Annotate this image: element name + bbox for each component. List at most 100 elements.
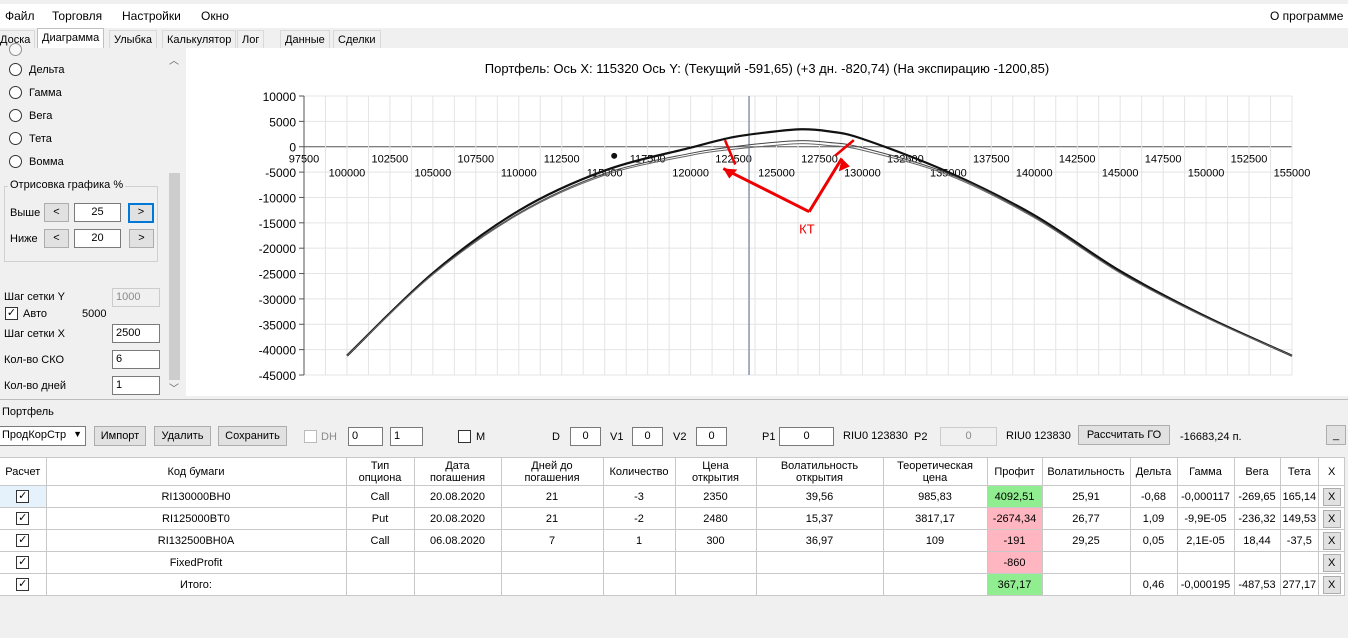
calc-checkbox[interactable]: ✓ (16, 490, 30, 503)
sko-field[interactable]: 6 (112, 350, 160, 369)
delete-row-button[interactable]: X (1322, 531, 1341, 550)
v1-field[interactable]: 0 (632, 427, 663, 446)
calc-go-button[interactable]: Рассчитать ГО (1078, 425, 1170, 445)
column-header[interactable]: Теоретическая цена (882, 457, 988, 486)
table-row[interactable]: ✓ RI132500BH0A Call 06.08.2020 7 1 300 36,97 109… (0, 529, 1346, 552)
days-field[interactable]: 1 (112, 376, 160, 395)
save-button[interactable]: Сохранить (218, 426, 287, 446)
cell-vega: -236,32 (1233, 507, 1281, 530)
menu-trading[interactable]: Торговля (52, 9, 102, 23)
delete-row-button[interactable]: X (1322, 487, 1341, 506)
above-next-button[interactable]: > (128, 203, 154, 223)
riu1-label: RIU0 123830 (843, 430, 908, 442)
sko-label: Кол-во СКО (4, 354, 65, 366)
tab-diagram[interactable]: Диаграмма (37, 28, 105, 49)
cell-vol: 29,25 (1041, 529, 1131, 552)
radio-hidden-top[interactable] (9, 43, 29, 56)
radio-delta[interactable]: Дельта (9, 63, 65, 76)
radio-gamma[interactable]: Гамма (9, 86, 62, 99)
delete-button[interactable]: Удалить (154, 426, 211, 446)
table-row[interactable]: ✓ Итого: 367,17 0,46 -0,000195 -487,53 277,17 X (0, 573, 1346, 596)
above-prev-button[interactable]: < (44, 203, 69, 222)
radio-vomma[interactable]: Вомма (9, 155, 64, 168)
radio-vega[interactable]: Вега (9, 109, 52, 122)
payoff-chart[interactable]: Портфель: Ось X: 115320 Ось Y: (Текущий … (186, 48, 1348, 396)
table-row[interactable]: ✓ RI130000BH0 Call 20.08.2020 21 -3 2350 39,56 9… (0, 485, 1346, 508)
calc-checkbox[interactable]: ✓ (16, 512, 30, 525)
chevron-down-icon: ▼ (73, 429, 82, 439)
delete-row-button[interactable]: X (1322, 553, 1341, 572)
column-header[interactable]: Волатильность открытия (755, 457, 884, 486)
column-header[interactable]: Дата погашения (413, 457, 502, 486)
grid-x-field[interactable]: 2500 (112, 324, 160, 343)
column-header[interactable]: Гамма (1176, 457, 1235, 486)
p2-field[interactable]: 0 (940, 427, 997, 446)
calc-checkbox[interactable]: ✓ (16, 534, 30, 547)
column-header[interactable]: Тип опциона (345, 457, 415, 486)
below-prev-button[interactable]: < (44, 229, 69, 248)
dh-checkbox[interactable] (304, 430, 317, 443)
menu-file[interactable]: Файл (5, 9, 35, 23)
column-header[interactable]: Дельта (1129, 457, 1178, 486)
column-header[interactable]: Количество (602, 457, 676, 486)
left-scrollbar[interactable]: ︿ ﹀ (166, 48, 183, 396)
dh-label: DH (321, 431, 337, 443)
table-row[interactable]: ✓ RI125000BT0 Put 20.08.2020 21 -2 2480 15,37 38… (0, 507, 1346, 530)
column-header[interactable]: Волатильность (1041, 457, 1131, 486)
cell-vol-open: 15,37 (755, 507, 884, 530)
below-value-field[interactable]: 20 (74, 229, 121, 248)
tab-deals[interactable]: Сделки (333, 30, 381, 49)
tab-strip: Доска Диаграмма Улыбка Калькулятор Лог Д… (0, 28, 1348, 49)
cell-theta: 277,17 (1279, 573, 1320, 596)
scroll-up-icon[interactable]: ︿ (169, 52, 179, 67)
tab-smile[interactable]: Улыбка (109, 30, 158, 49)
import-button[interactable]: Импорт (94, 426, 146, 446)
delete-row-button[interactable]: X (1322, 509, 1341, 528)
auto-checkbox[interactable]: ✓ (5, 307, 18, 320)
above-value-field[interactable]: 25 (74, 203, 121, 222)
cell-profit: -191 (986, 529, 1043, 552)
calc-checkbox[interactable]: ✓ (16, 556, 30, 569)
v2-field[interactable]: 0 (696, 427, 727, 446)
column-header[interactable]: Дней до погашения (500, 457, 604, 486)
tab-calculator[interactable]: Калькулятор (162, 30, 237, 49)
x-tick-label: 137500 (973, 154, 1010, 166)
column-header[interactable]: X (1318, 457, 1346, 486)
v2-label: V2 (673, 431, 687, 443)
column-header[interactable]: Профит (986, 457, 1043, 486)
column-header[interactable]: Вега (1233, 457, 1281, 486)
delete-row-button[interactable]: X (1322, 575, 1341, 594)
cell-code: RI132500BH0A (45, 529, 347, 552)
tab-log[interactable]: Лог (237, 30, 265, 49)
chart-range-group-title: Отрисовка графика % (8, 179, 126, 191)
tab-data[interactable]: Данные (280, 30, 330, 49)
y-tick-label: -35000 (259, 318, 297, 332)
minimize-button[interactable]: _ (1326, 425, 1346, 445)
menu-about[interactable]: О программе (1270, 9, 1343, 23)
cell-type: Call (345, 529, 415, 552)
menu-window[interactable]: Окно (201, 9, 229, 23)
scroll-down-icon[interactable]: ﹀ (169, 380, 179, 395)
menu-settings[interactable]: Настройки (122, 9, 181, 23)
column-header[interactable]: Код бумаги (45, 457, 347, 486)
m-checkbox[interactable] (458, 430, 471, 443)
cell-theor: 985,83 (882, 485, 988, 508)
d-field[interactable]: 0 (570, 427, 601, 446)
scroll-thumb[interactable] (169, 173, 180, 380)
below-next-button[interactable]: > (129, 229, 154, 248)
y-tick-label: -25000 (259, 268, 297, 282)
calc-checkbox[interactable]: ✓ (16, 578, 30, 591)
chart-area: Портфель: Ось X: 115320 Ось Y: (Текущий … (186, 48, 1348, 396)
table-row[interactable]: ✓ FixedProfit -860 X (0, 551, 1346, 574)
p1-field[interactable]: 0 (779, 427, 834, 446)
spin1-field[interactable]: 0 (348, 427, 383, 446)
column-header[interactable]: Расчет (0, 457, 47, 486)
portfolio-select[interactable]: ПродКорСтр ▼ (0, 426, 86, 446)
radio-theta[interactable]: Тета (9, 132, 52, 145)
spin2-field[interactable]: 1 (390, 427, 423, 446)
column-header[interactable]: Тета (1279, 457, 1320, 486)
grid-y-field[interactable]: 1000 (112, 288, 160, 307)
x-tick-label: 155000 (1274, 168, 1311, 180)
x-tick-label: 142500 (1059, 154, 1096, 166)
column-header[interactable]: Цена открытия (674, 457, 757, 486)
